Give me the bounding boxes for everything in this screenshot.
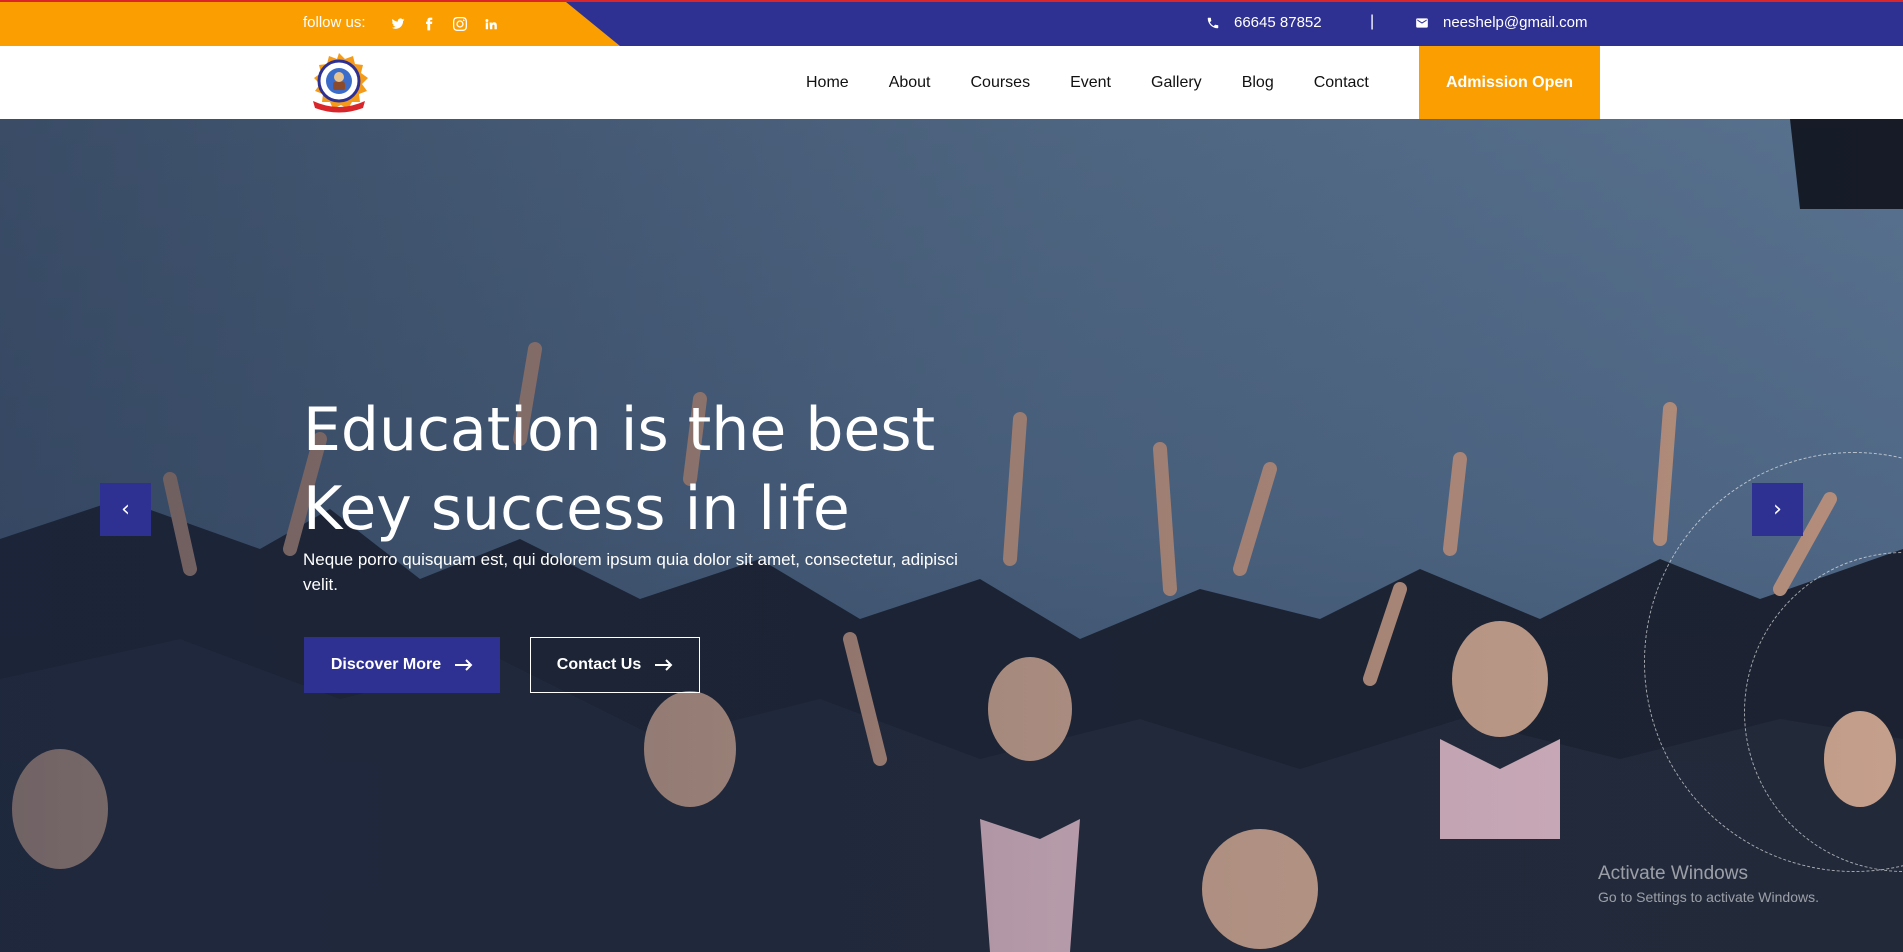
phone-contact[interactable]: 66645 87852 — [1206, 14, 1322, 31]
activate-windows-title: Activate Windows — [1598, 863, 1748, 884]
phone-number: 66645 87852 — [1234, 14, 1322, 31]
main-nav: Home About Courses Event Gallery Blog Co… — [786, 46, 1389, 119]
discover-more-button[interactable]: Discover More — [304, 637, 500, 693]
activate-windows-subtitle: Go to Settings to activate Windows. — [1598, 889, 1819, 905]
nav-event[interactable]: Event — [1050, 74, 1131, 92]
instagram-icon[interactable] — [451, 15, 469, 33]
phone-icon — [1207, 17, 1219, 28]
arrow-right-icon — [455, 659, 473, 671]
chevron-right-icon: › — [1773, 497, 1782, 522]
contact-separator: | — [1370, 13, 1375, 30]
slider-prev-button[interactable]: ‹ — [100, 483, 151, 536]
email-address: neeshelp@gmail.com — [1443, 14, 1588, 31]
admission-open-button[interactable]: Admission Open — [1419, 46, 1600, 119]
top-bar: follow us: 66645 87852 | neeshelp@gmail.… — [0, 0, 1903, 46]
nav-courses[interactable]: Courses — [951, 74, 1051, 92]
follow-label: follow us: — [303, 14, 366, 31]
arrow-right-icon — [655, 659, 673, 671]
mail-icon — [1416, 17, 1428, 28]
facebook-icon[interactable] — [420, 15, 438, 33]
slider-next-button[interactable]: › — [1752, 483, 1803, 536]
chevron-left-icon: ‹ — [121, 497, 130, 522]
school-logo[interactable] — [305, 51, 373, 115]
nav-contact[interactable]: Contact — [1294, 74, 1389, 92]
hero-title: Education is the best Key success in lif… — [303, 391, 1063, 549]
contact-us-button[interactable]: Contact Us — [530, 637, 700, 693]
email-contact[interactable]: neeshelp@gmail.com — [1415, 14, 1587, 31]
twitter-icon[interactable] — [389, 15, 407, 33]
linkedin-icon[interactable] — [482, 15, 500, 33]
nav-blog[interactable]: Blog — [1222, 74, 1294, 92]
nav-home[interactable]: Home — [786, 74, 869, 92]
nav-about[interactable]: About — [869, 74, 951, 92]
hero-title-line2: Key success in life — [303, 474, 850, 544]
hero-description: Neque porro quisquam est, qui dolorem ip… — [303, 550, 958, 594]
hero-slider: Education is the best Key success in lif… — [0, 119, 1903, 952]
nav-gallery[interactable]: Gallery — [1131, 74, 1222, 92]
contact-us-label: Contact Us — [556, 656, 642, 673]
main-header: Home About Courses Event Gallery Blog Co… — [0, 46, 1903, 119]
discover-more-label: Discover More — [330, 656, 442, 673]
hero-title-line1: Education is the best — [303, 395, 936, 465]
